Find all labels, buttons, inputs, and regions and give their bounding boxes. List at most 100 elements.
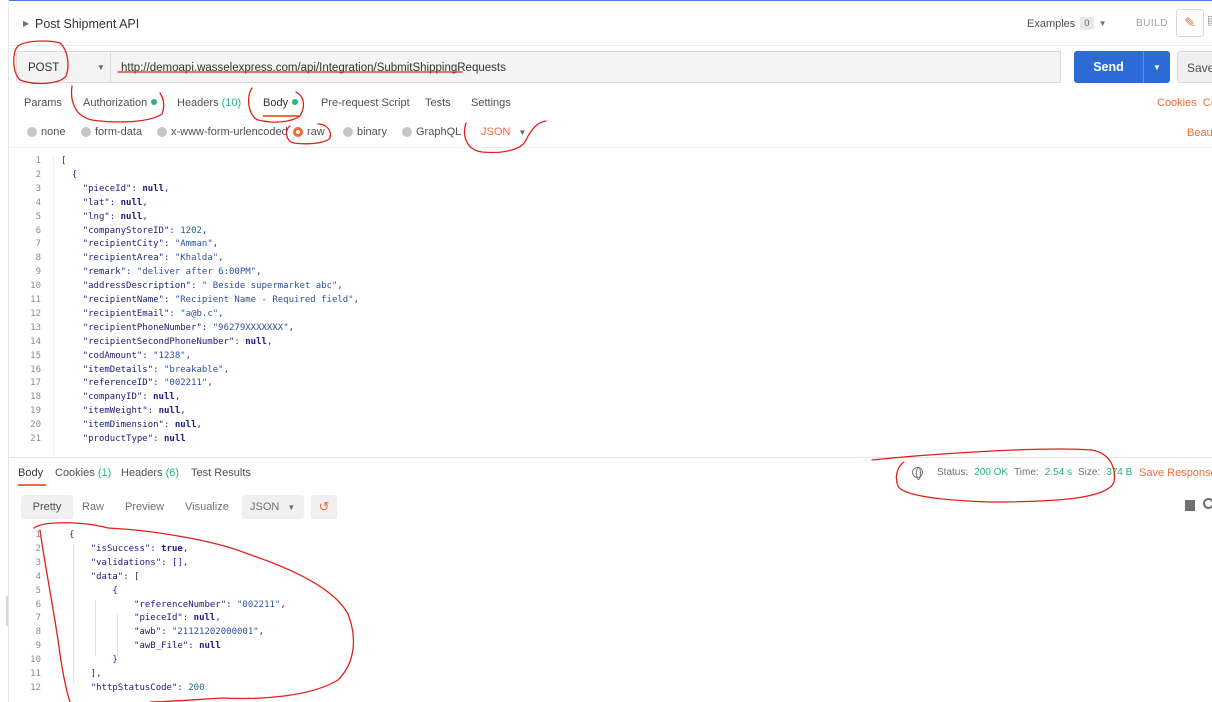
radio-graphql[interactable]: GraphQL	[402, 126, 461, 138]
time-value[interactable]: 2.54 s	[1045, 467, 1072, 478]
response-headers-label: Headers	[121, 467, 163, 479]
code-text: "itemDetails": "breakable",	[82, 364, 230, 375]
code-text: "companyStoreID": 1202,	[82, 225, 208, 236]
line-number: 1	[35, 156, 41, 166]
line-number: 18	[30, 392, 41, 403]
request-title[interactable]: Post Shipment API	[35, 17, 139, 31]
tab-settings[interactable]: Settings	[471, 97, 511, 109]
examples-dropdown[interactable]: Examples 0 ▼	[1027, 17, 1107, 30]
request-body-line: 1[	[9, 156, 1212, 170]
status-label: Status:	[937, 467, 969, 478]
request-body-editor[interactable]: 1[2 {3 "pieceId": null, 4 "lat": null, 5 "…	[9, 156, 1212, 454]
tab-tests[interactable]: Tests	[425, 97, 451, 109]
tab-body[interactable]: Body	[263, 97, 299, 109]
status-dot-icon	[292, 99, 299, 105]
response-tab-headers[interactable]: Headers (6)	[121, 467, 179, 479]
line-number: 11	[30, 669, 41, 679]
code-text: }	[69, 655, 118, 666]
view-raw-button[interactable]: Raw	[82, 501, 104, 513]
code-text: "recipientSecondPhoneNumber": null,	[82, 336, 273, 347]
request-body-line: 3 "pieceId": null,	[9, 184, 1212, 198]
body-type-options: none form-data x-www-form-urlencoded raw…	[9, 118, 1212, 148]
response-language-select[interactable]: JSON ▼	[242, 495, 304, 519]
documentation-icon[interactable]: ▤	[1207, 13, 1212, 33]
send-button[interactable]: Send	[1074, 51, 1143, 83]
request-body-line: 4 "lat": null,	[9, 198, 1212, 212]
line-number: 20	[30, 420, 41, 431]
radio-none[interactable]: none	[27, 126, 65, 138]
size-value[interactable]: 374 B	[1106, 467, 1132, 478]
response-body-editor[interactable]: 1{2 "isSuccess": true, 3 "validations": […	[9, 530, 1212, 702]
wrap-lines-button[interactable]: ↺	[311, 495, 337, 519]
response-tab-test-results[interactable]: Test Results	[191, 467, 251, 479]
headers-count: (10)	[221, 97, 242, 109]
response-body-line: 9 "awB_File": null	[9, 641, 1212, 655]
response-cookies-count: (1)	[97, 467, 112, 479]
code-text: "referenceID": "002211",	[82, 378, 213, 389]
search-icon[interactable]	[1203, 498, 1212, 509]
body-language-select[interactable]: JSON ▼	[481, 126, 526, 138]
code-text: "pieceId": null,	[82, 183, 170, 194]
radio-binary[interactable]: binary	[343, 126, 387, 138]
build-label[interactable]: BUILD	[1136, 18, 1168, 29]
code-text: "recipientCity": "Amman",	[82, 239, 219, 250]
response-tab-cookies[interactable]: Cookies (1)	[55, 467, 111, 479]
radio-icon	[157, 127, 167, 137]
view-preview-button[interactable]: Preview	[125, 501, 164, 513]
line-number: 4	[35, 197, 41, 208]
url-input[interactable]: http://demoapi.wasselexpress.com/api/Int…	[111, 51, 1061, 83]
copy-icon[interactable]	[1185, 500, 1195, 511]
line-number: 3	[35, 183, 41, 194]
save-button[interactable]: Save ▼	[1177, 51, 1212, 83]
tab-params[interactable]: Params	[24, 97, 62, 109]
code-text: "addressDescription": " Beside supermark…	[82, 281, 343, 292]
wrap-lines-icon: ↺	[318, 499, 330, 514]
tab-authorization[interactable]: Authorization	[83, 97, 158, 109]
line-number: 10	[30, 281, 41, 292]
collapse-caret-icon[interactable]: ▶	[23, 19, 29, 28]
status-dot-icon	[151, 99, 158, 105]
line-number: 5	[35, 585, 41, 596]
request-body-line: 14 "recipientSecondPhoneNumber": null,	[9, 337, 1212, 351]
radio-urlencoded[interactable]: x-www-form-urlencoded	[157, 126, 288, 138]
left-frame-accent	[6, 596, 8, 626]
url-row: POST ▼ http://demoapi.wasselexpress.com/…	[9, 46, 1212, 88]
request-body-line: 21 "productType": null	[9, 434, 1212, 448]
save-label: Save	[1187, 61, 1212, 75]
response-view-options: Pretty Raw Preview Visualize JSON ▼ ↺	[9, 490, 1212, 526]
chevron-down-icon: ▼	[518, 128, 527, 137]
tab-headers[interactable]: Headers (10)	[177, 97, 241, 109]
code-text: "codAmount": "1238",	[82, 350, 192, 361]
response-body-line: 6 "referenceNumber": "002211",	[9, 600, 1212, 614]
edit-pencil-button[interactable]: ✎	[1176, 9, 1204, 37]
code-link[interactable]: Co	[1203, 97, 1212, 109]
radio-none-label: none	[41, 126, 66, 138]
request-body-line: 12 "recipientEmail": "a@b.c",	[9, 309, 1212, 323]
cookies-link[interactable]: Cookies Co	[1157, 97, 1212, 109]
line-number: 11	[30, 295, 41, 305]
code-text: "httpStatusCode": 200	[90, 682, 205, 693]
request-body-line: 2 {	[9, 170, 1212, 184]
request-title-row: ▶ Post Shipment API Examples 0 ▼ BUILD ✎…	[9, 0, 1212, 46]
status-value[interactable]: 200 OK	[974, 467, 1008, 478]
radio-form-data[interactable]: form-data	[81, 126, 142, 138]
tab-authorization-label: Authorization	[83, 97, 148, 109]
request-body-line: 6 "companyStoreID": 1202,	[9, 226, 1212, 240]
view-visualize-button[interactable]: Visualize	[185, 501, 229, 513]
code-text: "isSuccess": true,	[90, 543, 189, 554]
response-tab-body[interactable]: Body	[18, 467, 43, 479]
beautify-link[interactable]: Beautif	[1187, 127, 1212, 139]
tab-prerequest-script[interactable]: Pre-request Script	[321, 97, 410, 109]
view-pretty-button[interactable]: Pretty	[21, 495, 73, 519]
line-number: 9	[35, 641, 41, 652]
tab-headers-label: Headers	[177, 97, 219, 109]
radio-raw-label: raw	[307, 126, 325, 138]
radio-raw[interactable]: raw	[293, 126, 325, 138]
save-response-button[interactable]: Save Response	[1139, 467, 1212, 479]
body-language-value: JSON	[481, 126, 511, 138]
send-options-chevron-icon[interactable]: ▼	[1143, 51, 1170, 83]
line-number: 16	[30, 364, 41, 375]
globe-icon[interactable]	[912, 467, 923, 480]
method-select[interactable]: POST ▼	[16, 51, 111, 83]
request-body-line: 5 "lng": null,	[9, 212, 1212, 226]
